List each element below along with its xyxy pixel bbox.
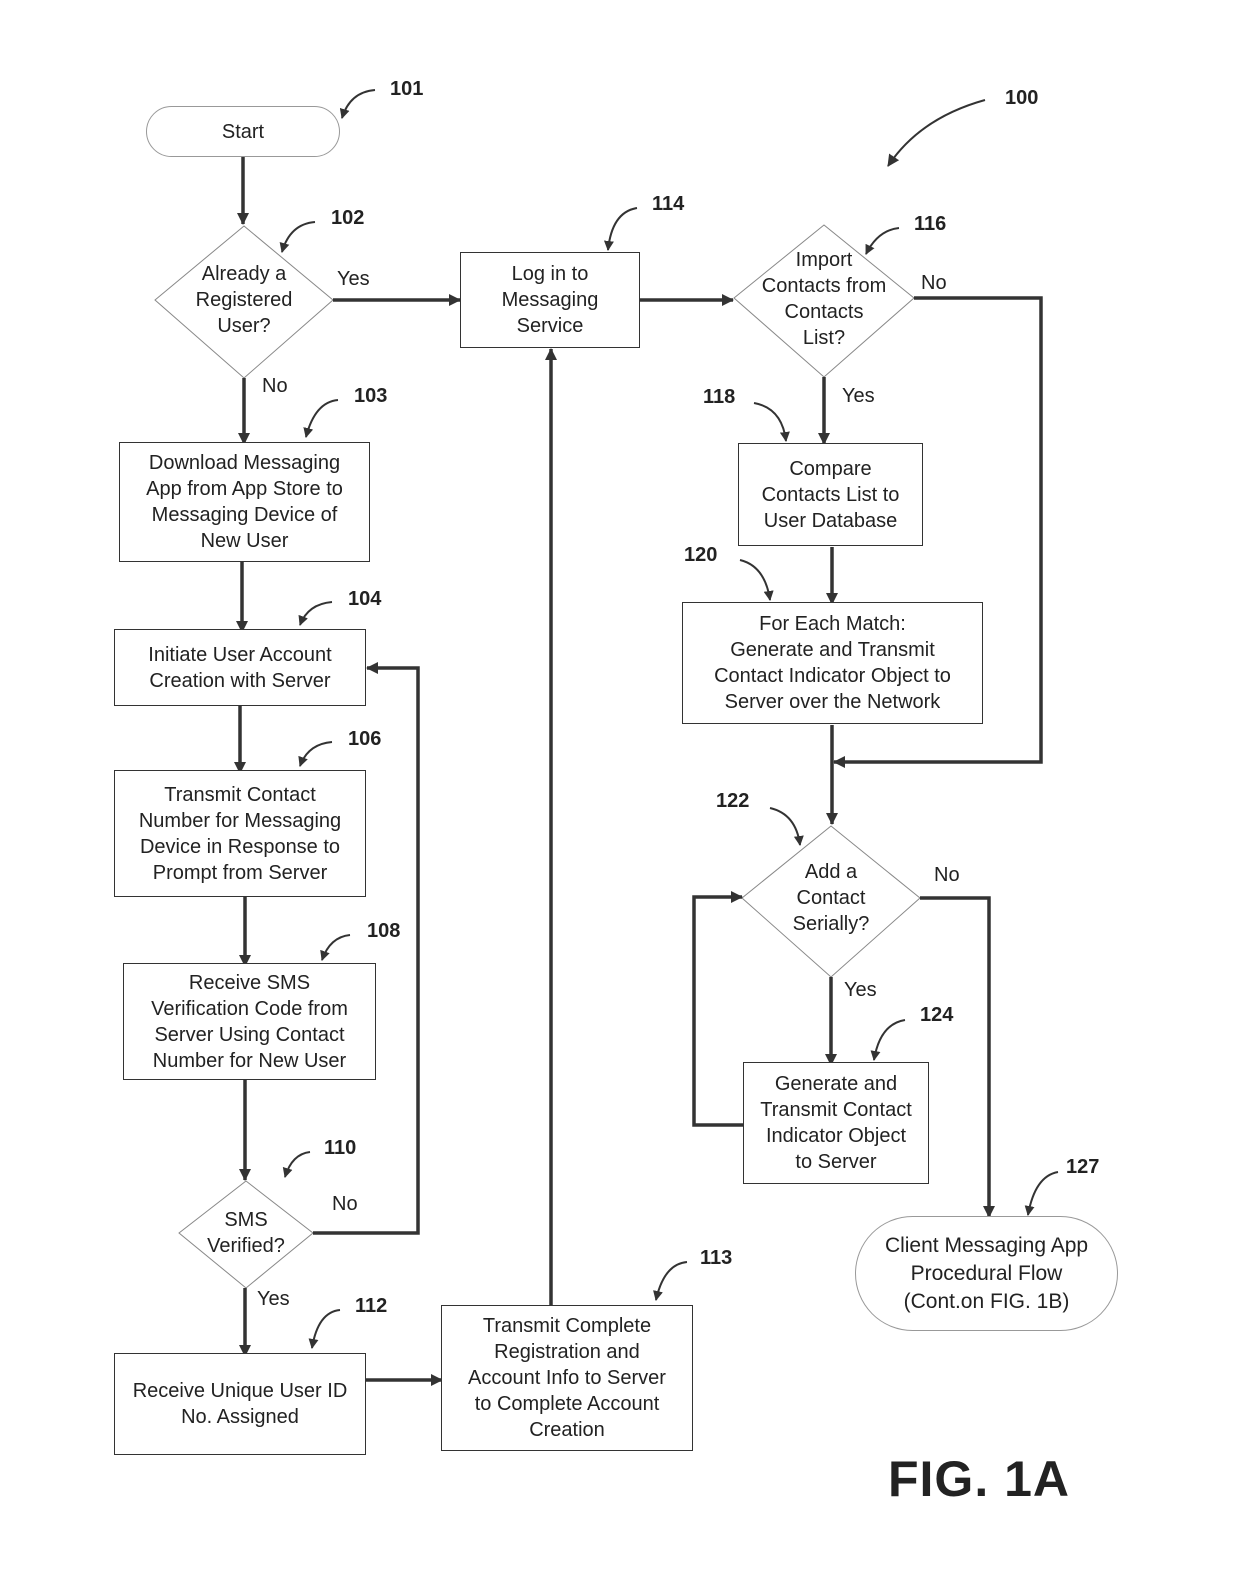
start-terminal: Start bbox=[146, 106, 340, 157]
ref-leader-122 bbox=[769, 807, 804, 846]
step-transmit-contact-number-label: Transmit Contact Number for Messaging De… bbox=[138, 783, 342, 884]
ref-leader-118 bbox=[753, 402, 790, 442]
edge-generate-loop bbox=[692, 891, 745, 1127]
step-receive-sms: Receive SMS Verification Code from Serve… bbox=[123, 963, 376, 1080]
ref-120: 120 bbox=[684, 544, 718, 566]
ref-leader-102 bbox=[279, 221, 316, 253]
step-login-label: Log in to Messaging Service bbox=[501, 263, 599, 337]
step-receive-user-id-label: Receive Unique User ID No. Assigned bbox=[132, 1380, 348, 1428]
ref-leader-120 bbox=[739, 559, 774, 601]
ref-104: 104 bbox=[348, 588, 382, 610]
step-each-match-label: For Each Match: Generate and Transmit Co… bbox=[714, 613, 951, 713]
decision-import-contacts: Import Contacts from Contacts List? bbox=[752, 244, 896, 354]
ref-124: 124 bbox=[920, 1004, 954, 1026]
step-download-app-label: Download Messaging App from App Store to… bbox=[146, 452, 343, 552]
edge-label-sms-yes: Yes bbox=[257, 1288, 290, 1310]
ref-leader-104 bbox=[298, 601, 333, 626]
edge-label-sms-no: No bbox=[332, 1193, 358, 1215]
ref-102: 102 bbox=[331, 207, 365, 229]
ref-118: 118 bbox=[703, 386, 736, 408]
step-receive-user-id: Receive Unique User ID No. Assigned bbox=[114, 1353, 366, 1455]
edge-add-no-client bbox=[920, 896, 995, 1218]
step-login: Log in to Messaging Service bbox=[460, 252, 640, 348]
ref-113: 113 bbox=[700, 1247, 733, 1269]
ref-leader-127 bbox=[1024, 1171, 1059, 1216]
ref-leader-100 bbox=[887, 99, 986, 167]
step-transmit-contact-number: Transmit Contact Number for Messaging De… bbox=[114, 770, 366, 897]
ref-106: 106 bbox=[348, 728, 382, 750]
edge-label-registered-yes: Yes bbox=[337, 268, 370, 290]
step-generate-contact-indicator: Generate and Transmit Contact Indicator … bbox=[743, 1062, 929, 1184]
step-download-app: Download Messaging App from App Store to… bbox=[119, 442, 370, 562]
ref-112: 112 bbox=[355, 1295, 388, 1317]
step-transmit-complete-registration: Transmit Complete Registration and Accou… bbox=[441, 1305, 693, 1451]
edge-label-registered-no: No bbox=[262, 375, 288, 397]
ref-leader-110 bbox=[282, 1151, 311, 1178]
ref-122: 122 bbox=[716, 790, 750, 812]
ref-116: 116 bbox=[914, 213, 947, 235]
ref-leader-112 bbox=[308, 1309, 341, 1349]
ref-108: 108 bbox=[367, 920, 401, 942]
ref-leader-106 bbox=[298, 741, 333, 767]
step-initiate-account-label: Initiate User Account Creation with Serv… bbox=[148, 643, 332, 692]
step-initiate-account: Initiate User Account Creation with Serv… bbox=[114, 629, 366, 706]
decision-add-serially: Add a Contact Serially? bbox=[770, 850, 892, 946]
ref-leader-114 bbox=[603, 207, 638, 251]
decision-sms-verified-label: SMS Verified? bbox=[207, 1209, 285, 1257]
ref-100: 100 bbox=[1005, 87, 1039, 109]
start-label: Start bbox=[221, 120, 265, 143]
step-generate-contact-indicator-label: Generate and Transmit Contact Indicator … bbox=[760, 1073, 912, 1173]
decision-registered: Already a Registered User? bbox=[175, 250, 313, 350]
ref-leader-101 bbox=[339, 89, 376, 119]
ref-leader-124 bbox=[870, 1019, 906, 1061]
decision-registered-label: Already a Registered User? bbox=[195, 263, 293, 337]
decision-import-contacts-label: Import Contacts from Contacts List? bbox=[761, 249, 887, 349]
step-each-match: For Each Match: Generate and Transmit Co… bbox=[682, 602, 983, 724]
edge-label-add-no: No bbox=[934, 864, 960, 886]
step-receive-sms-label: Receive SMS Verification Code from Serve… bbox=[151, 971, 348, 1072]
ref-110: 110 bbox=[324, 1137, 357, 1159]
ref-103: 103 bbox=[354, 385, 388, 407]
edge-label-import-no: No bbox=[921, 272, 947, 294]
edge-label-add-yes: Yes bbox=[844, 979, 877, 1001]
step-compare-contacts: Compare Contacts List to User Database bbox=[738, 443, 923, 546]
edge-label-import-yes: Yes bbox=[842, 385, 875, 407]
ref-leader-103 bbox=[303, 399, 339, 438]
figure-caption: FIG. 1A bbox=[888, 1451, 1071, 1507]
ref-114: 114 bbox=[652, 193, 685, 215]
step-compare-contacts-label: Compare Contacts List to User Database bbox=[761, 457, 900, 532]
terminal-client-flow-label: Client Messaging App Procedural Flow (Co… bbox=[884, 1233, 1089, 1313]
terminal-client-flow: Client Messaging App Procedural Flow (Co… bbox=[855, 1216, 1118, 1331]
ref-leader-113 bbox=[653, 1261, 688, 1301]
decision-add-serially-label: Add a Contact Serially? bbox=[792, 861, 870, 935]
ref-101: 101 bbox=[390, 78, 424, 100]
step-transmit-complete-registration-label: Transmit Complete Registration and Accou… bbox=[468, 1315, 666, 1441]
ref-leader-108 bbox=[320, 934, 351, 961]
ref-127: 127 bbox=[1066, 1156, 1100, 1178]
decision-sms-verified: SMS Verified? bbox=[195, 1200, 297, 1266]
